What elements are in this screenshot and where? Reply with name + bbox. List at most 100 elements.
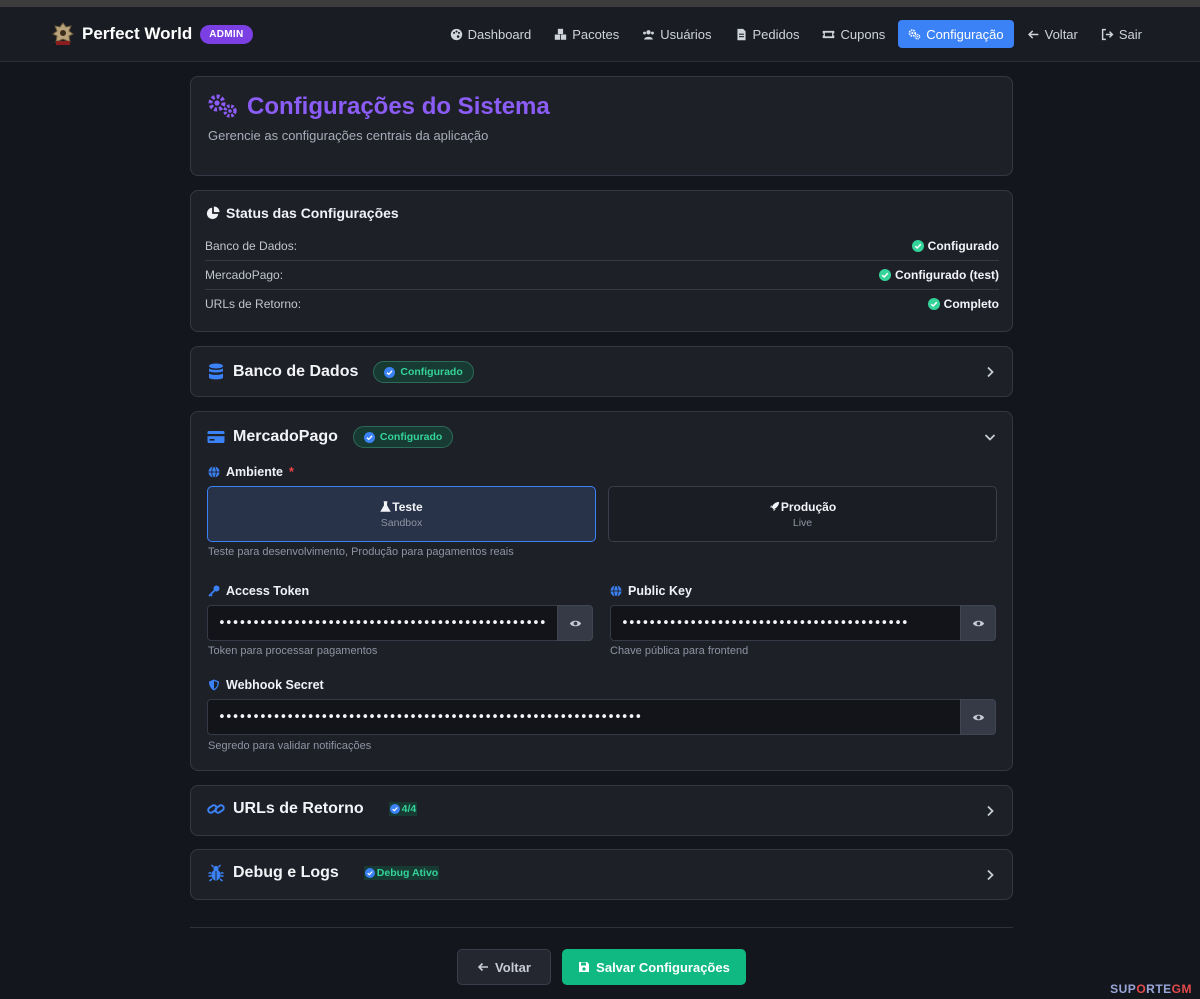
nav-pedidos-label: Pedidos: [752, 26, 800, 42]
back-button-label: Voltar: [495, 959, 531, 975]
status-badge-label: Debug Ativo: [376, 867, 439, 879]
status-row-urls: URLs de Retorno: Completo: [205, 289, 999, 318]
section-title: Debug e Logs: [233, 864, 339, 881]
back-button[interactable]: Voltar: [457, 949, 551, 985]
watermark-part: SUP: [1110, 982, 1137, 996]
key-icon: [208, 585, 220, 597]
chart-pie-icon: [206, 206, 220, 220]
check-circle-icon: [364, 868, 375, 878]
nav-pacotes-label: Pacotes: [572, 26, 620, 42]
status-badge: Debug Ativo: [363, 866, 440, 880]
public-key-input[interactable]: [610, 605, 961, 641]
access-token-hint: Token para processar pagamentos: [208, 645, 378, 657]
webhook-secret-label: Webhook Secret: [208, 678, 324, 692]
status-row-mercadopago: MercadoPago: Configurado (test): [205, 260, 999, 289]
globe-icon: [610, 585, 622, 597]
toggle-visibility-button[interactable]: [557, 605, 593, 641]
sign-out-icon: [1101, 28, 1114, 40]
status-value: Configurado: [927, 238, 999, 253]
chevron-right-icon: [987, 805, 994, 817]
gears-icon: [908, 28, 921, 40]
link-icon: [207, 804, 225, 814]
watermark-part: GM: [1171, 982, 1192, 996]
gears-icon: [208, 94, 237, 118]
status-label: Banco de Dados:: [205, 238, 298, 253]
section-title: MercadoPago: [233, 428, 338, 445]
users-icon: [643, 29, 655, 40]
environment-label: Ambiente *: [208, 465, 294, 479]
nav-cupons-label: Cupons: [840, 26, 886, 42]
webhook-secret-input[interactable]: [207, 699, 961, 735]
status-value: Configurado (test): [895, 267, 999, 282]
webhook-secret-hint: Segredo para validar notificações: [208, 740, 372, 752]
nav-voltar[interactable]: Voltar: [1017, 20, 1088, 48]
brand[interactable]: Perfect World ADMIN: [52, 19, 253, 49]
save-icon: [579, 962, 590, 972]
toggle-visibility-button[interactable]: [960, 605, 996, 641]
window-top-strip: [0, 0, 1200, 7]
arrow-left-icon: [477, 962, 489, 972]
status-badge-label: Configurado: [379, 431, 443, 443]
palette-icon: [450, 28, 462, 40]
nav-sair[interactable]: Sair: [1091, 20, 1152, 48]
debug-section[interactable]: Debug e Logs Debug Ativo: [190, 849, 1013, 900]
status-card: Status das Configurações Banco de Dados:…: [190, 190, 1013, 332]
nav-sair-label: Sair: [1118, 26, 1142, 42]
environment-hint: Teste para desenvolvimento, Produção par…: [208, 546, 514, 558]
mercadopago-section: MercadoPago Configurado Ambiente * Teste…: [190, 411, 1013, 771]
check-circle-icon: [911, 239, 924, 252]
access-token-label: Access Token: [208, 584, 309, 598]
chevron-down-icon[interactable]: [984, 431, 996, 443]
save-button[interactable]: Salvar Configurações: [562, 949, 746, 985]
nav-usuarios[interactable]: Usuários: [632, 20, 721, 48]
toggle-visibility-button[interactable]: [960, 699, 996, 735]
status-badge-label: Configurado: [400, 366, 463, 378]
status-badge-label: 4/4: [401, 803, 417, 815]
access-token-input[interactable]: [207, 605, 558, 641]
check-circle-icon: [879, 268, 891, 281]
environment-label-text: Ambiente: [226, 465, 283, 479]
status-title: Status das Configurações: [226, 205, 399, 221]
env-option-teste[interactable]: Teste Sandbox: [207, 486, 596, 542]
eye-icon: [972, 620, 984, 626]
brand-name: Perfect World: [82, 24, 193, 43]
watermark-part: RTE: [1146, 982, 1172, 996]
admin-badge: ADMIN: [200, 24, 253, 44]
eye-icon: [569, 620, 581, 626]
status-label: URLs de Retorno:: [205, 296, 302, 311]
check-circle-icon: [363, 431, 375, 443]
shield-icon: [209, 679, 219, 691]
rocket-icon: [769, 501, 779, 512]
nav-links: Dashboard Pacotes Usuários Pedidos Cupon…: [437, 20, 1152, 48]
mercadopago-header[interactable]: MercadoPago Configurado: [207, 426, 454, 448]
nav-voltar-label: Voltar: [1044, 26, 1078, 42]
env-option-producao[interactable]: Produção Live: [608, 486, 997, 542]
ticket-icon: [823, 30, 835, 38]
top-navbar: Perfect World ADMIN Dashboard Pacotes Us…: [0, 7, 1200, 62]
nav-configuracao-label: Configuração: [926, 26, 1004, 42]
access-token-label-text: Access Token: [226, 584, 310, 598]
save-button-label: Salvar Configurações: [596, 959, 730, 975]
section-title: URLs de Retorno: [233, 800, 364, 817]
globe-icon: [208, 466, 220, 478]
required-mark: *: [288, 465, 294, 479]
bug-icon: [208, 864, 224, 882]
page-subtitle: Gerencie as configurações centrais da ap…: [208, 128, 489, 143]
nav-configuracao[interactable]: Configuração: [898, 20, 1014, 48]
status-badge: Configurado: [352, 426, 454, 448]
database-section[interactable]: Banco de Dados Configurado: [190, 346, 1013, 397]
check-circle-icon: [927, 297, 940, 310]
nav-pedidos[interactable]: Pedidos: [725, 20, 810, 48]
nav-dashboard-label: Dashboard: [467, 26, 532, 42]
nav-pacotes[interactable]: Pacotes: [544, 20, 629, 48]
status-badge: Configurado: [373, 361, 474, 383]
header-card: Configurações do Sistema Gerencie as con…: [190, 76, 1013, 176]
nav-cupons[interactable]: Cupons: [812, 20, 895, 48]
nav-dashboard[interactable]: Dashboard: [440, 20, 542, 48]
status-row-database: Banco de Dados: Configurado: [205, 231, 999, 260]
status-badge: 4/4: [388, 802, 418, 816]
urls-section[interactable]: URLs de Retorno 4/4: [190, 785, 1013, 836]
flask-icon: [380, 501, 392, 512]
chevron-right-icon: [987, 869, 994, 881]
status-label: MercadoPago:: [205, 267, 284, 282]
